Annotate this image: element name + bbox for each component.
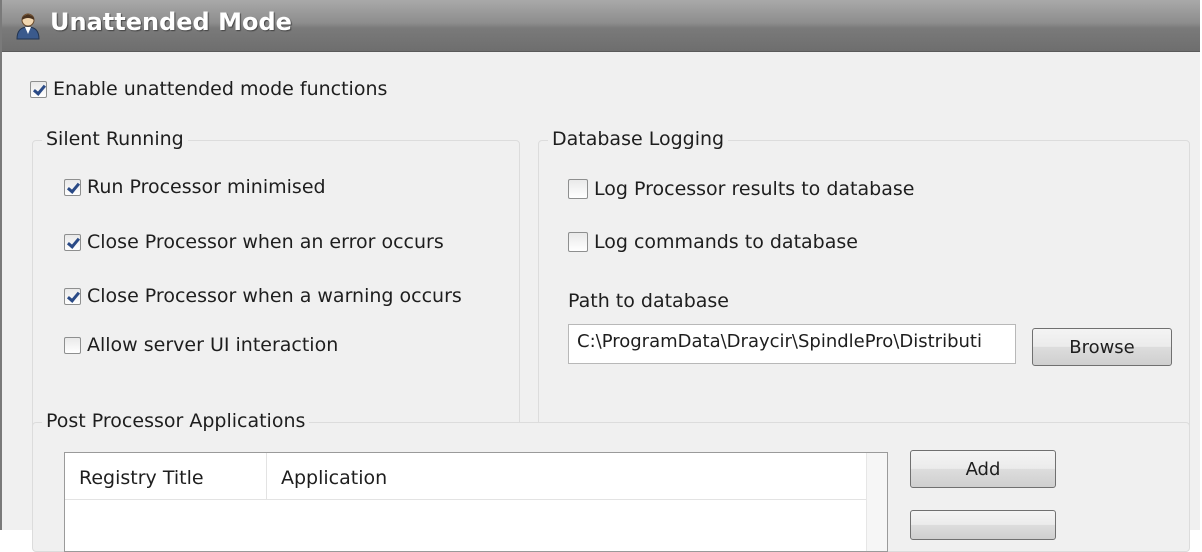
- column-header-application[interactable]: Application: [267, 453, 867, 499]
- checkbox-box[interactable]: [568, 179, 588, 199]
- unattended-mode-window: Unattended Mode Enable unattended mode f…: [0, 0, 1200, 552]
- checkbox-box[interactable]: [64, 336, 81, 354]
- edit-button[interactable]: [910, 510, 1056, 540]
- checkbox-box[interactable]: [30, 80, 47, 98]
- close-on-error-checkbox[interactable]: Close Processor when an error occurs: [64, 231, 444, 253]
- run-minimised-label: Run Processor minimised: [87, 176, 326, 198]
- run-minimised-checkbox[interactable]: Run Processor minimised: [64, 176, 326, 198]
- post-processor-list[interactable]: Registry Title Application: [64, 452, 888, 552]
- database-path-input[interactable]: C:\ProgramData\Draycir\SpindlePro\Distri…: [568, 324, 1016, 364]
- window-title: Unattended Mode: [50, 8, 292, 36]
- path-to-database-label: Path to database: [568, 290, 729, 312]
- settings-panel: Enable unattended mode functions Silent …: [2, 52, 1200, 552]
- list-header: Registry Title Application: [65, 453, 887, 500]
- log-results-label: Log Processor results to database: [594, 178, 915, 200]
- checkbox-box[interactable]: [64, 178, 81, 196]
- checkbox-box[interactable]: [64, 233, 81, 251]
- browse-button[interactable]: Browse: [1032, 328, 1172, 366]
- enable-unattended-label: Enable unattended mode functions: [53, 78, 388, 100]
- list-scrollbar[interactable]: [866, 453, 887, 551]
- close-on-warning-checkbox[interactable]: Close Processor when a warning occurs: [64, 285, 462, 307]
- column-header-registry-title[interactable]: Registry Title: [65, 453, 267, 499]
- database-logging-title: Database Logging: [548, 128, 729, 150]
- log-commands-checkbox[interactable]: Log commands to database: [568, 231, 858, 253]
- add-button[interactable]: Add: [910, 450, 1056, 488]
- post-processor-title: Post Processor Applications: [42, 410, 310, 432]
- checkbox-box[interactable]: [568, 232, 588, 252]
- log-commands-label: Log commands to database: [594, 231, 858, 253]
- close-on-warning-label: Close Processor when a warning occurs: [87, 285, 462, 307]
- title-bar: Unattended Mode: [2, 0, 1200, 52]
- silent-running-title: Silent Running: [42, 128, 188, 150]
- enable-unattended-checkbox[interactable]: Enable unattended mode functions: [30, 78, 387, 100]
- allow-server-ui-checkbox[interactable]: Allow server UI interaction: [64, 334, 338, 356]
- user-icon: [15, 12, 41, 40]
- log-results-checkbox[interactable]: Log Processor results to database: [568, 178, 914, 200]
- checkbox-box[interactable]: [64, 287, 81, 305]
- allow-server-ui-label: Allow server UI interaction: [87, 334, 339, 356]
- close-on-error-label: Close Processor when an error occurs: [87, 231, 444, 253]
